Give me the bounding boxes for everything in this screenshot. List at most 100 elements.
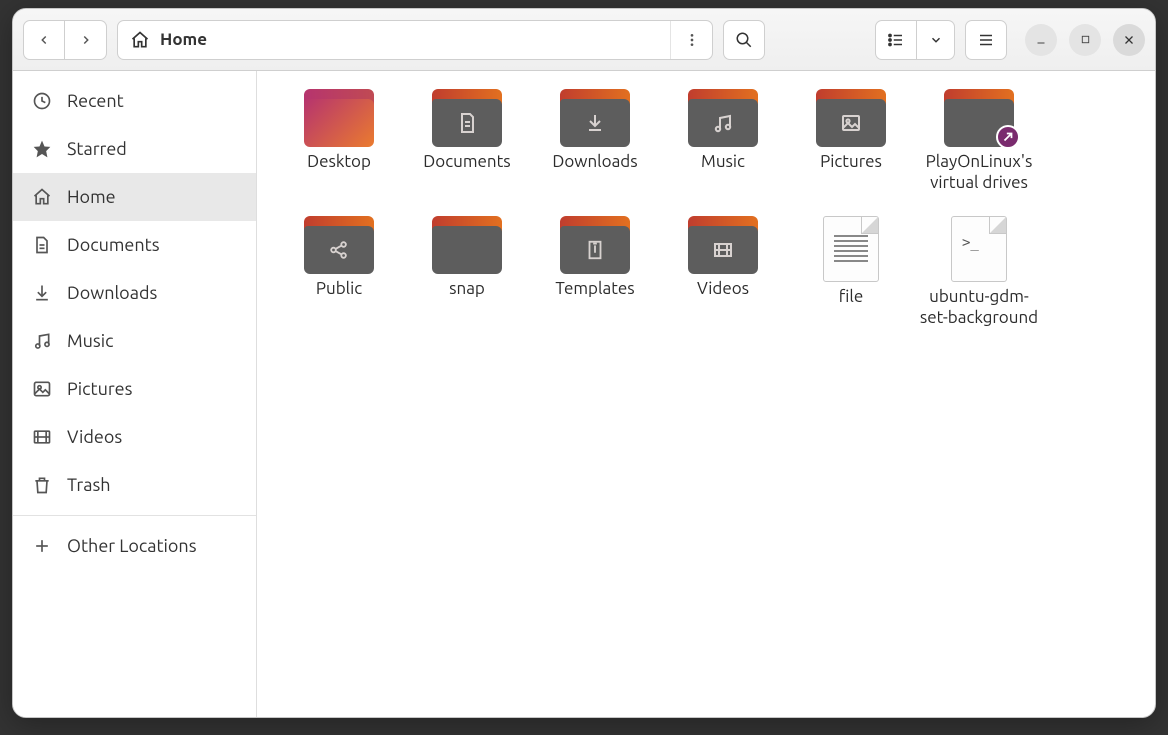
doc-icon bbox=[455, 111, 479, 135]
sidebar-item-label: Documents bbox=[67, 235, 160, 255]
sidebar-item-downloads[interactable]: Downloads bbox=[13, 269, 256, 317]
view-mode-group bbox=[875, 20, 955, 60]
item-label: Videos bbox=[697, 278, 749, 299]
path-box[interactable]: Home bbox=[117, 20, 713, 60]
template-icon bbox=[584, 239, 606, 261]
sidebar-item-music[interactable]: Music bbox=[13, 317, 256, 365]
path-bar: Home bbox=[117, 20, 713, 60]
folder-icon bbox=[944, 89, 1014, 147]
path-menu-button[interactable] bbox=[670, 21, 712, 59]
vertical-dots-icon bbox=[684, 32, 700, 48]
sidebar-separator bbox=[13, 515, 256, 516]
folder-icon bbox=[560, 89, 630, 147]
item-label: Documents bbox=[423, 151, 510, 172]
file-item[interactable]: >_ubuntu-gdm-set-background bbox=[915, 212, 1043, 333]
plus-icon bbox=[31, 535, 53, 557]
search-icon bbox=[735, 31, 753, 49]
trash-icon bbox=[31, 474, 53, 496]
text-file-icon bbox=[823, 216, 879, 282]
download-icon bbox=[31, 282, 53, 304]
star-icon bbox=[31, 138, 53, 160]
close-button[interactable] bbox=[1113, 24, 1145, 56]
folder-item[interactable]: Downloads bbox=[531, 85, 659, 198]
window-body: Recent Starred Home Documents Downloads Music… bbox=[13, 71, 1155, 717]
item-label: file bbox=[839, 286, 863, 307]
sidebar-item-label: Trash bbox=[67, 475, 111, 495]
folder-item[interactable]: Templates bbox=[531, 212, 659, 333]
doc-icon bbox=[31, 234, 53, 256]
folder-icon bbox=[432, 89, 502, 147]
folder-item[interactable]: Desktop bbox=[275, 85, 403, 198]
video-icon bbox=[711, 238, 735, 262]
sidebar-item-label: Music bbox=[67, 331, 113, 351]
clock-icon bbox=[31, 90, 53, 112]
hamburger-icon bbox=[977, 31, 995, 49]
maximize-button[interactable] bbox=[1069, 24, 1101, 56]
folder-icon bbox=[304, 89, 374, 147]
list-view-button[interactable] bbox=[875, 20, 917, 60]
sidebar-item-starred[interactable]: Starred bbox=[13, 125, 256, 173]
folder-icon bbox=[560, 216, 630, 274]
back-button[interactable] bbox=[23, 20, 65, 60]
sidebar-item-trash[interactable]: Trash bbox=[13, 461, 256, 509]
item-label: ubuntu-gdm-set-background bbox=[919, 286, 1039, 329]
folder-icon bbox=[688, 89, 758, 147]
chevron-right-icon bbox=[79, 33, 93, 47]
item-label: PlayOnLinux's virtual drives bbox=[919, 151, 1039, 194]
sidebar-item-label: Videos bbox=[67, 427, 122, 447]
item-label: Downloads bbox=[552, 151, 637, 172]
list-icon bbox=[887, 31, 905, 49]
item-label: Templates bbox=[555, 278, 634, 299]
home-icon bbox=[31, 186, 53, 208]
item-label: snap bbox=[449, 278, 485, 299]
file-item[interactable]: file bbox=[787, 212, 915, 333]
sidebar-item-videos[interactable]: Videos bbox=[13, 413, 256, 461]
sidebar-item-pictures[interactable]: Pictures bbox=[13, 365, 256, 413]
folder-item[interactable]: snap bbox=[403, 212, 531, 333]
folder-icon bbox=[432, 216, 502, 274]
forward-button[interactable] bbox=[65, 20, 107, 60]
folder-item[interactable]: Public bbox=[275, 212, 403, 333]
folder-item[interactable]: PlayOnLinux's virtual drives bbox=[915, 85, 1043, 198]
breadcrumb-home: Home bbox=[160, 30, 207, 49]
folder-item[interactable]: Pictures bbox=[787, 85, 915, 198]
search-button[interactable] bbox=[723, 20, 765, 60]
sidebar-item-label: Pictures bbox=[67, 379, 132, 399]
sidebar-item-other-locations[interactable]: Other Locations bbox=[13, 522, 256, 570]
sidebar: Recent Starred Home Documents Downloads Music… bbox=[13, 71, 257, 717]
folder-icon bbox=[816, 89, 886, 147]
sidebar-item-label: Starred bbox=[67, 139, 127, 159]
folder-item[interactable]: Music bbox=[659, 85, 787, 198]
folder-icon bbox=[304, 216, 374, 274]
sidebar-item-recent[interactable]: Recent bbox=[13, 77, 256, 125]
picture-icon bbox=[839, 111, 863, 135]
sidebar-item-label: Downloads bbox=[67, 283, 157, 303]
picture-icon bbox=[31, 378, 53, 400]
close-icon bbox=[1123, 34, 1135, 46]
item-label: Desktop bbox=[307, 151, 371, 172]
icon-grid: Desktop Documents Downloads Music Pictures Pl… bbox=[275, 85, 1137, 346]
maximize-icon bbox=[1080, 34, 1091, 45]
item-label: Pictures bbox=[820, 151, 882, 172]
download-icon bbox=[583, 111, 607, 135]
item-label: Music bbox=[701, 151, 745, 172]
sidebar-item-label: Other Locations bbox=[67, 536, 197, 556]
chevron-left-icon bbox=[37, 33, 51, 47]
content-area[interactable]: Desktop Documents Downloads Music Pictures Pl… bbox=[257, 71, 1155, 717]
sidebar-item-label: Home bbox=[67, 187, 116, 207]
script-file-icon: >_ bbox=[951, 216, 1007, 282]
minimize-button[interactable] bbox=[1025, 24, 1057, 56]
video-icon bbox=[31, 426, 53, 448]
sidebar-item-home[interactable]: Home bbox=[13, 173, 256, 221]
item-label: Public bbox=[316, 278, 362, 299]
hamburger-menu-button[interactable] bbox=[965, 20, 1007, 60]
music-icon bbox=[711, 111, 735, 135]
home-icon bbox=[130, 30, 150, 50]
share-icon bbox=[328, 239, 350, 261]
nav-buttons bbox=[23, 20, 107, 60]
window-controls bbox=[1025, 24, 1145, 56]
sidebar-item-documents[interactable]: Documents bbox=[13, 221, 256, 269]
folder-item[interactable]: Documents bbox=[403, 85, 531, 198]
folder-item[interactable]: Videos bbox=[659, 212, 787, 333]
view-dropdown-button[interactable] bbox=[917, 20, 955, 60]
